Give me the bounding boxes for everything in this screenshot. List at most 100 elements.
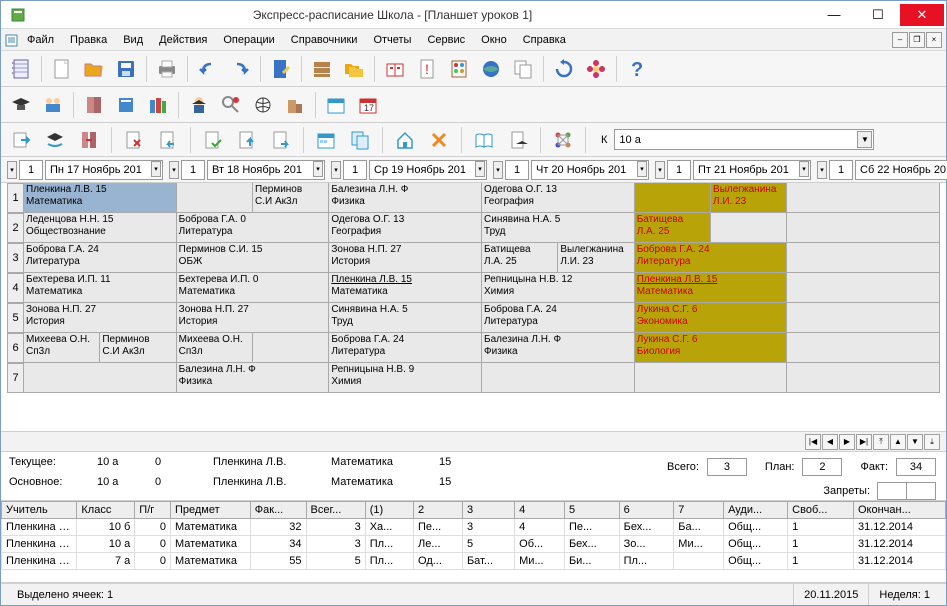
calendar-sm-icon[interactable]	[322, 91, 350, 119]
help-icon[interactable]: ?	[623, 55, 651, 83]
copy-icon[interactable]	[509, 55, 537, 83]
status-week: Неделя: 1	[868, 584, 940, 605]
col-header[interactable]: Учитель	[2, 502, 77, 519]
doc-x-icon[interactable]	[120, 126, 148, 154]
main-window: Экспресс-расписание Школа - [Планшет уро…	[0, 0, 947, 606]
calendar-red-icon[interactable]: 17	[354, 91, 382, 119]
doc-fwd-icon[interactable]	[267, 126, 295, 154]
close-button[interactable]: ✕	[900, 4, 944, 26]
system-menu-icon[interactable]	[5, 33, 19, 47]
notebook-icon[interactable]	[7, 55, 35, 83]
menu-edit[interactable]: Правка	[62, 32, 115, 48]
col-header[interactable]: Фак...	[250, 502, 306, 519]
redo-icon[interactable]	[226, 55, 254, 83]
undo-icon[interactable]	[194, 55, 222, 83]
chevron-down-icon[interactable]: ▼	[857, 131, 872, 148]
nav-next[interactable]: ▶	[839, 434, 855, 450]
doc-up-icon[interactable]	[233, 126, 261, 154]
teacher-icon[interactable]	[185, 91, 213, 119]
nav-first[interactable]: |◀	[805, 434, 821, 450]
col-header[interactable]: П/г	[135, 502, 171, 519]
mdi-restore[interactable]: ❐	[909, 32, 925, 48]
menu-view[interactable]: Вид	[115, 32, 151, 48]
toolbar-main: ! ?	[1, 51, 946, 87]
network-icon[interactable]	[549, 126, 577, 154]
calendar2-icon[interactable]	[312, 126, 340, 154]
sport-icon[interactable]	[249, 91, 277, 119]
menu-file[interactable]: Файл	[19, 32, 62, 48]
copy2-icon[interactable]	[346, 126, 374, 154]
home-icon[interactable]	[391, 126, 419, 154]
open-icon[interactable]	[80, 55, 108, 83]
mdi-close[interactable]: ×	[926, 32, 942, 48]
books-icon[interactable]	[144, 91, 172, 119]
col-header[interactable]: Всег...	[306, 502, 365, 519]
grad-cap-icon[interactable]	[7, 91, 35, 119]
table-row[interactable]: Пленкина Л.В.7 а0Математика555Пл...Од...…	[2, 553, 946, 570]
col-header[interactable]: Ауди...	[724, 502, 788, 519]
bluebook-icon[interactable]	[112, 91, 140, 119]
nav-top[interactable]: ⤒	[873, 434, 889, 450]
nav-down[interactable]: ▼	[907, 434, 923, 450]
col-header[interactable]: 5	[564, 502, 619, 519]
menu-reference[interactable]: Справочники	[283, 32, 366, 48]
grid-nav: |◀ ◀ ▶ ▶| ⤒ ▲ ▼ ⤓	[1, 431, 946, 451]
folders-icon[interactable]	[340, 55, 368, 83]
doc-back-icon[interactable]	[154, 126, 182, 154]
gear-flower-icon[interactable]	[582, 55, 610, 83]
col-header[interactable]: Своб...	[788, 502, 854, 519]
maximize-button[interactable]: ☐	[856, 4, 900, 26]
lesson-hat-icon[interactable]	[41, 126, 69, 154]
table-row[interactable]: Пленкина Л.В.10 б0Математика323Ха...Пе..…	[2, 519, 946, 536]
nav-bottom[interactable]: ⤓	[924, 434, 940, 450]
menu-operations[interactable]: Операции	[215, 32, 282, 48]
col-header[interactable]: 3	[462, 502, 514, 519]
col-header[interactable]: (1)	[365, 502, 413, 519]
door-move-icon[interactable]	[75, 126, 103, 154]
menu-service[interactable]: Сервис	[419, 32, 473, 48]
medical-icon[interactable]	[217, 91, 245, 119]
building-icon[interactable]	[281, 91, 309, 119]
menu-help[interactable]: Справка	[515, 32, 574, 48]
refresh-icon[interactable]	[550, 55, 578, 83]
lesson-in-icon[interactable]	[7, 126, 35, 154]
print-icon[interactable]	[153, 55, 181, 83]
minimize-button[interactable]: —	[812, 4, 856, 26]
abacus-icon[interactable]	[445, 55, 473, 83]
doc-hat-icon[interactable]	[504, 126, 532, 154]
svg-text:?: ?	[631, 59, 643, 80]
status-selection: Выделено ячеек: 1	[7, 584, 793, 605]
statusbar: Выделено ячеек: 1 20.11.2015 Неделя: 1	[1, 583, 946, 605]
col-header[interactable]: 4	[515, 502, 565, 519]
col-header[interactable]: 2	[414, 502, 463, 519]
new-icon[interactable]	[48, 55, 76, 83]
drawer-icon[interactable]	[308, 55, 336, 83]
col-header[interactable]: Предмет	[170, 502, 250, 519]
table-row[interactable]: Пленкина Л.В.10 а0Математика343Пл...Ле..…	[2, 536, 946, 553]
fact-field: 34	[896, 458, 936, 476]
nav-prev[interactable]: ◀	[822, 434, 838, 450]
col-header[interactable]: Окончан...	[853, 502, 945, 519]
save-icon[interactable]	[112, 55, 140, 83]
warn-doc-icon[interactable]: !	[413, 55, 441, 83]
menu-actions[interactable]: Действия	[151, 32, 215, 48]
combo-k-label: К	[598, 132, 610, 148]
toolbar-secondary: 17	[1, 87, 946, 123]
book-open-icon[interactable]	[470, 126, 498, 154]
door-icon[interactable]	[80, 91, 108, 119]
col-header[interactable]: 7	[674, 502, 724, 519]
students-icon[interactable]	[39, 91, 67, 119]
class-combo[interactable]: 10 а ▼	[614, 129, 874, 150]
mdi-minimize[interactable]: –	[892, 32, 908, 48]
nav-up[interactable]: ▲	[890, 434, 906, 450]
edit-icon[interactable]	[267, 55, 295, 83]
tools-icon[interactable]	[425, 126, 453, 154]
menu-reports[interactable]: Отчеты	[365, 32, 419, 48]
col-header[interactable]: 6	[619, 502, 674, 519]
doc-check-icon[interactable]	[199, 126, 227, 154]
globe-icon[interactable]	[477, 55, 505, 83]
menu-window[interactable]: Окно	[473, 32, 515, 48]
col-header[interactable]: Класс	[77, 502, 135, 519]
book-red-icon[interactable]	[381, 55, 409, 83]
nav-last[interactable]: ▶|	[856, 434, 872, 450]
